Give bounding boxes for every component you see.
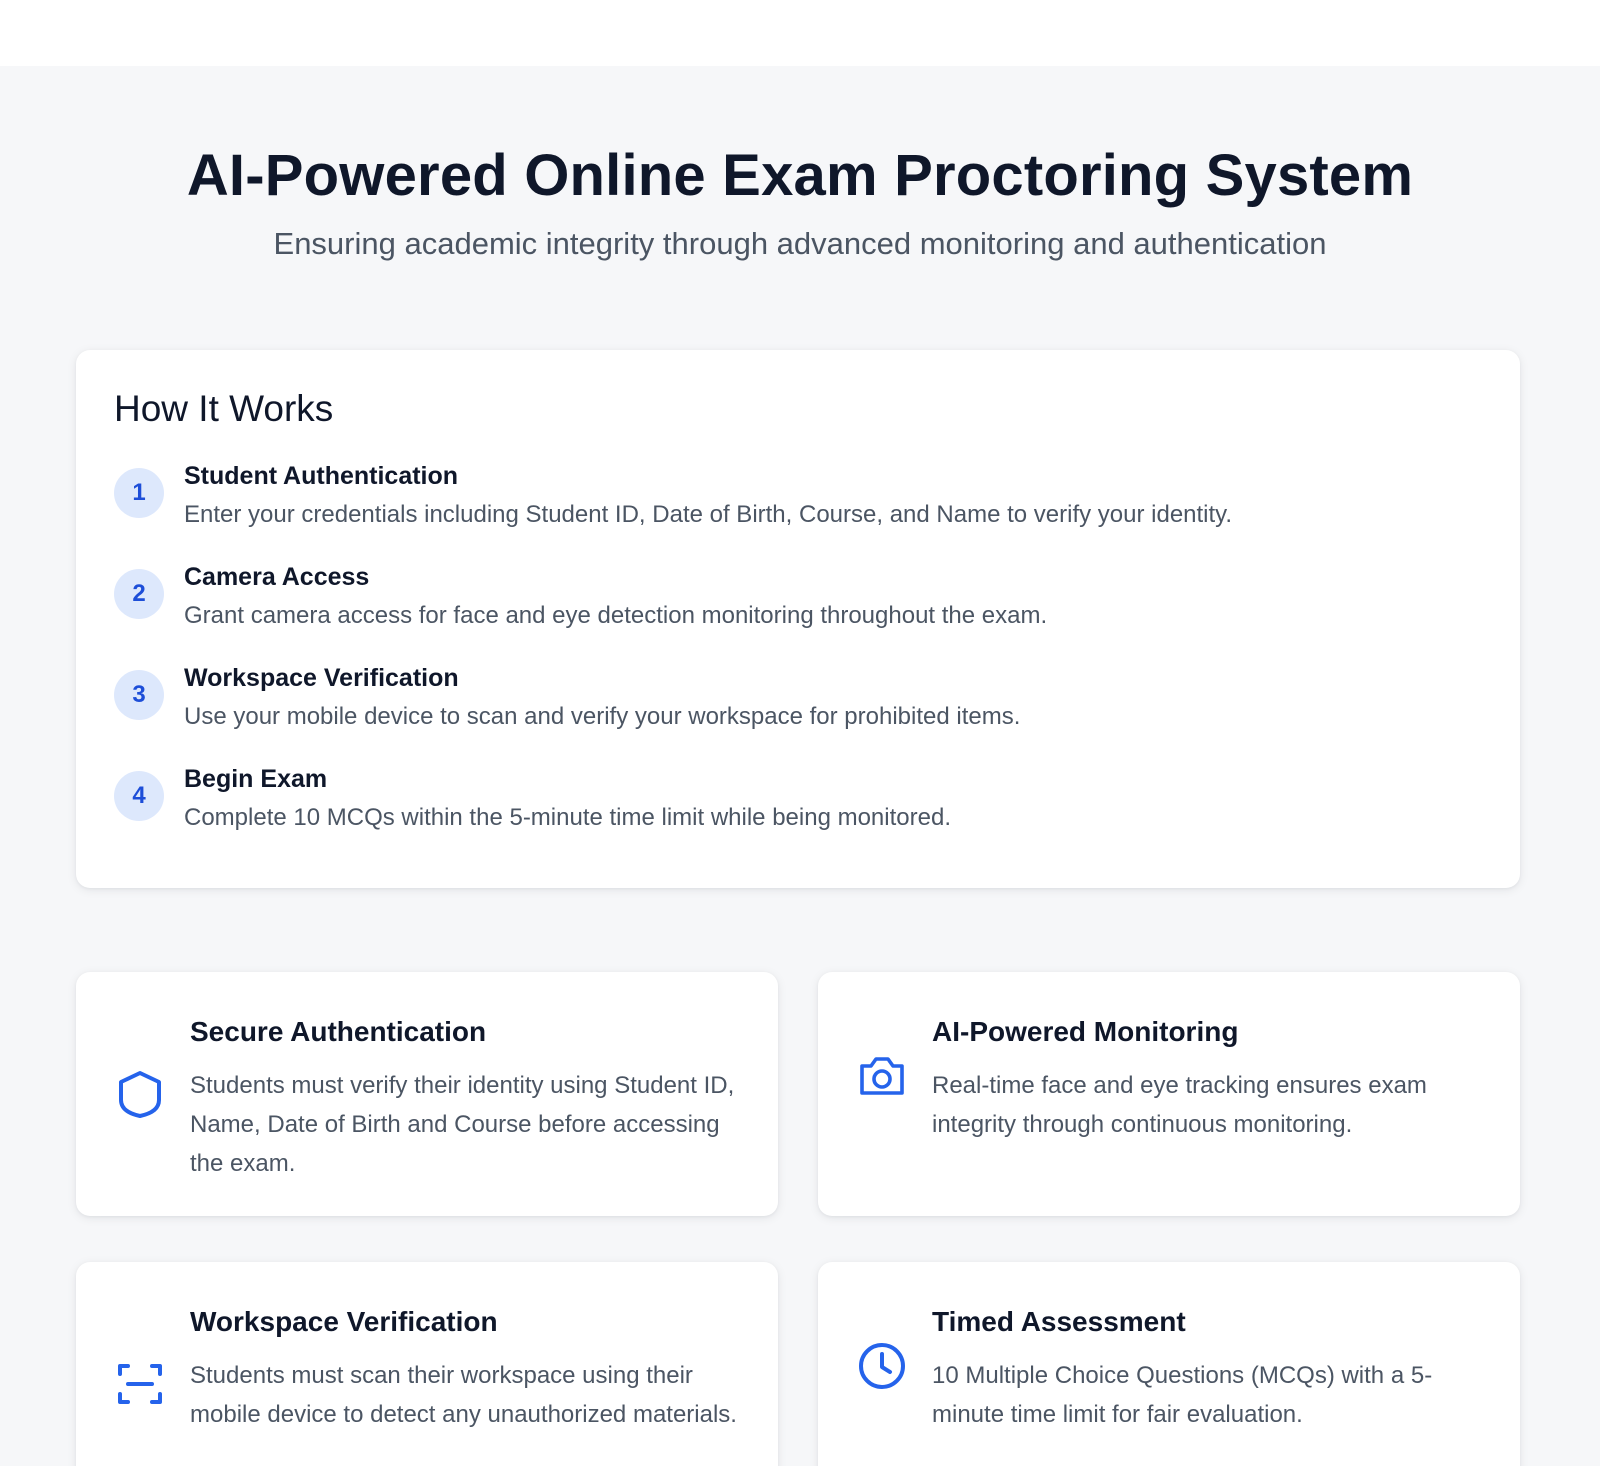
- feature-title: Timed Assessment: [932, 1306, 1186, 1337]
- step-title: Workspace Verification: [184, 664, 459, 692]
- scan-icon: [114, 1358, 166, 1410]
- step-description: Enter your credentials including Student…: [184, 501, 1233, 528]
- step-title: Student Authentication: [184, 462, 459, 490]
- step-title: Camera Access: [184, 563, 370, 591]
- clock-icon: [856, 1340, 908, 1392]
- step-camera-access: 2 Camera Access Grant camera access for …: [114, 561, 1474, 651]
- feature-description: 10 Multiple Choice Questions (MCQs) with…: [932, 1362, 1433, 1428]
- feature-description: Students must verify their identity usin…: [190, 1072, 735, 1177]
- feature-title: Secure Authentication: [190, 1016, 487, 1047]
- feature-card-timed-assessment: Timed Assessment 10 Multiple Choice Ques…: [818, 1262, 1520, 1466]
- how-it-works-title: How It Works: [114, 388, 334, 429]
- step-description: Complete 10 MCQs within the 5-minute tim…: [184, 804, 951, 831]
- shield-icon: [114, 1068, 166, 1120]
- feature-card-secure-authentication: Secure Authentication Students must veri…: [76, 972, 778, 1216]
- page-subtitle: Ensuring academic integrity through adva…: [273, 226, 1327, 261]
- feature-description: Real-time face and eye tracking ensures …: [932, 1072, 1427, 1138]
- feature-description: Students must scan their workspace using…: [190, 1362, 737, 1428]
- step-description: Grant camera access for face and eye det…: [184, 602, 1048, 629]
- step-student-authentication: 1 Student Authentication Enter your cred…: [114, 460, 1474, 550]
- step-title: Begin Exam: [184, 765, 328, 793]
- feature-card-ai-monitoring: AI-Powered Monitoring Real-time face and…: [818, 972, 1520, 1216]
- how-it-works-card: How It Works 1 Student Authentication En…: [76, 350, 1520, 888]
- step-workspace-verification: 3 Workspace Verification Use your mobile…: [114, 662, 1474, 752]
- step-number-badge: 1: [114, 468, 164, 518]
- feature-card-workspace-verification: Workspace Verification Students must sca…: [76, 1262, 778, 1466]
- landing-page: AI-Powered Online Exam Proctoring System…: [0, 66, 1600, 1466]
- step-number-badge: 2: [114, 569, 164, 619]
- step-begin-exam: 4 Begin Exam Complete 10 MCQs within the…: [114, 763, 1474, 853]
- step-number-badge: 4: [114, 771, 164, 821]
- step-description: Use your mobile device to scan and verif…: [184, 703, 1021, 730]
- step-number-badge: 3: [114, 670, 164, 720]
- top-bar: [0, 0, 1600, 66]
- page-title: AI-Powered Online Exam Proctoring System: [186, 143, 1414, 208]
- feature-title: AI-Powered Monitoring: [932, 1016, 1239, 1047]
- feature-title: Workspace Verification: [190, 1306, 498, 1337]
- camera-icon: [856, 1050, 908, 1102]
